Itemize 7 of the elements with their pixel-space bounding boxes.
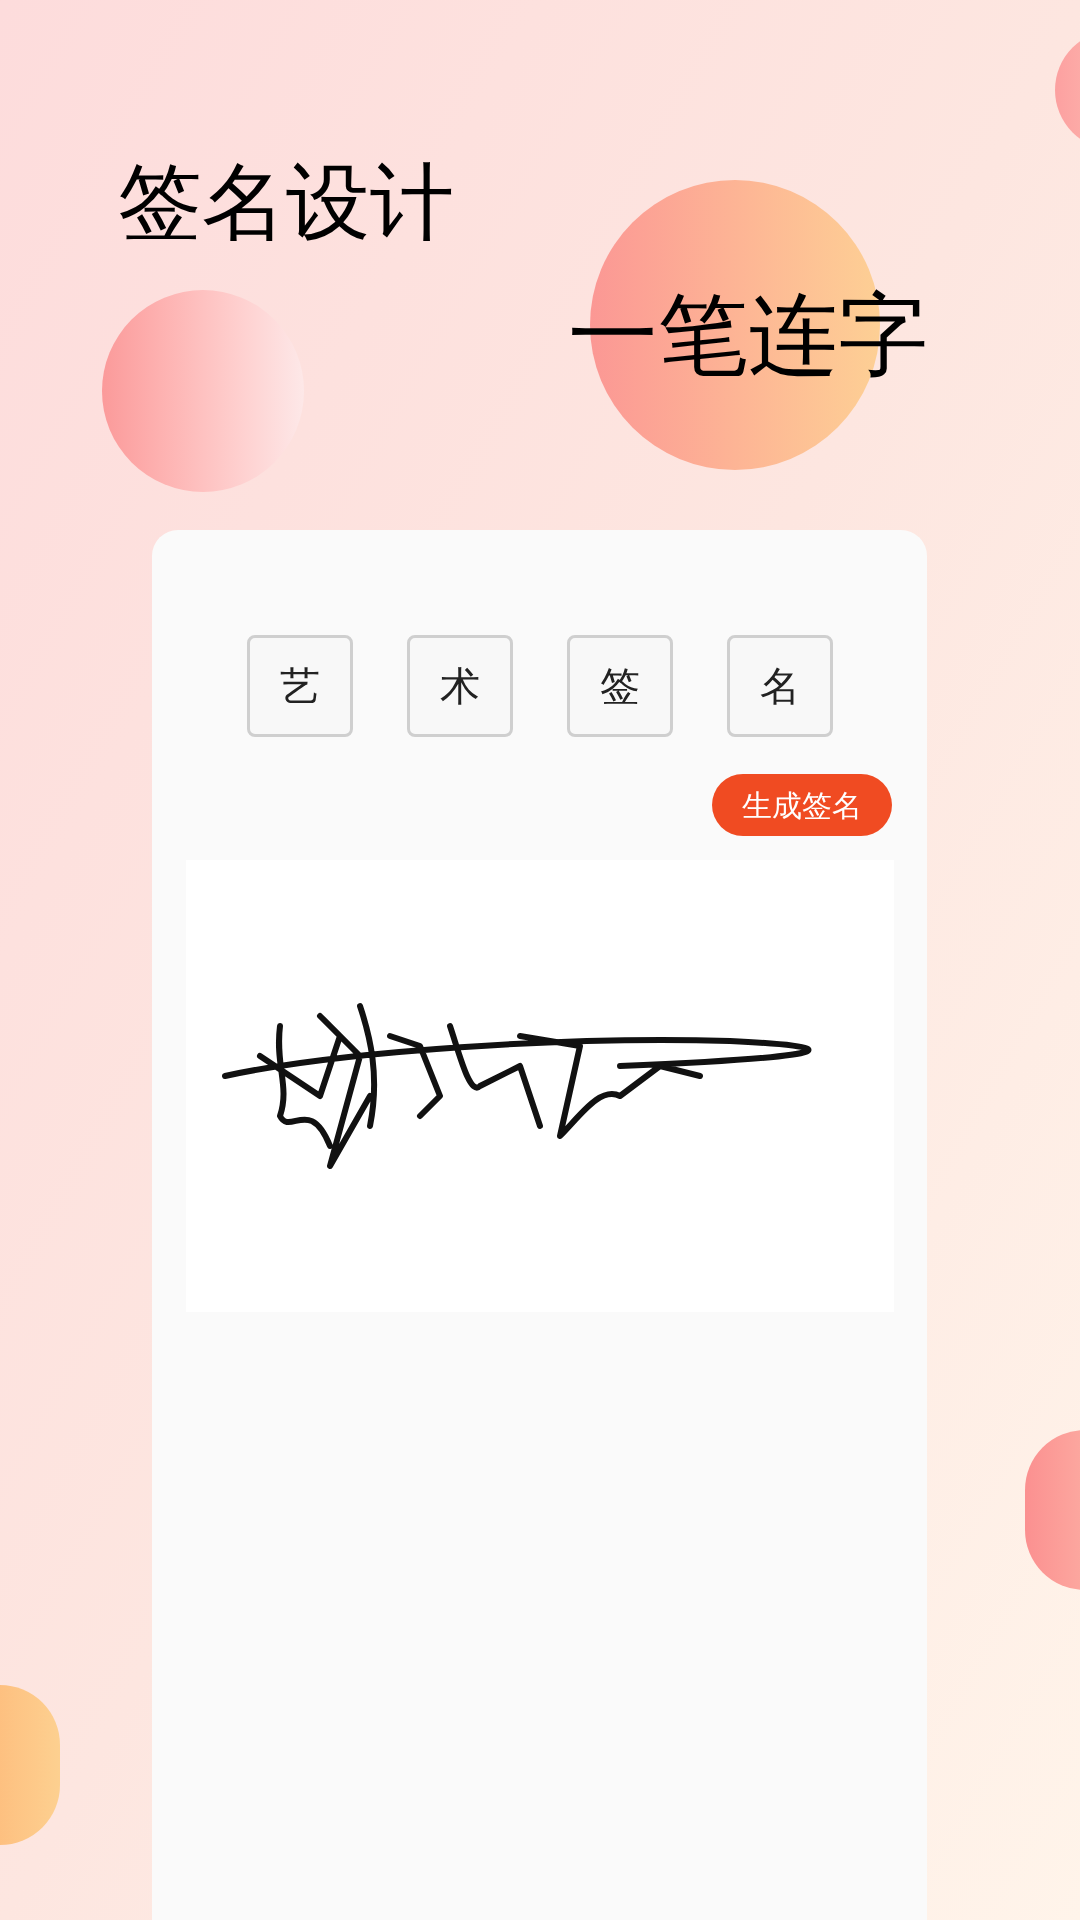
- character-box[interactable]: 艺: [246, 635, 353, 737]
- generate-signature-button[interactable]: 生成签名: [712, 774, 892, 836]
- character-box[interactable]: 名: [726, 635, 833, 737]
- page-title: 签名设计: [118, 153, 454, 251]
- character-box[interactable]: 签: [566, 635, 673, 737]
- character-box[interactable]: 术: [406, 635, 513, 737]
- page-subtitle: 一笔连字: [568, 282, 928, 387]
